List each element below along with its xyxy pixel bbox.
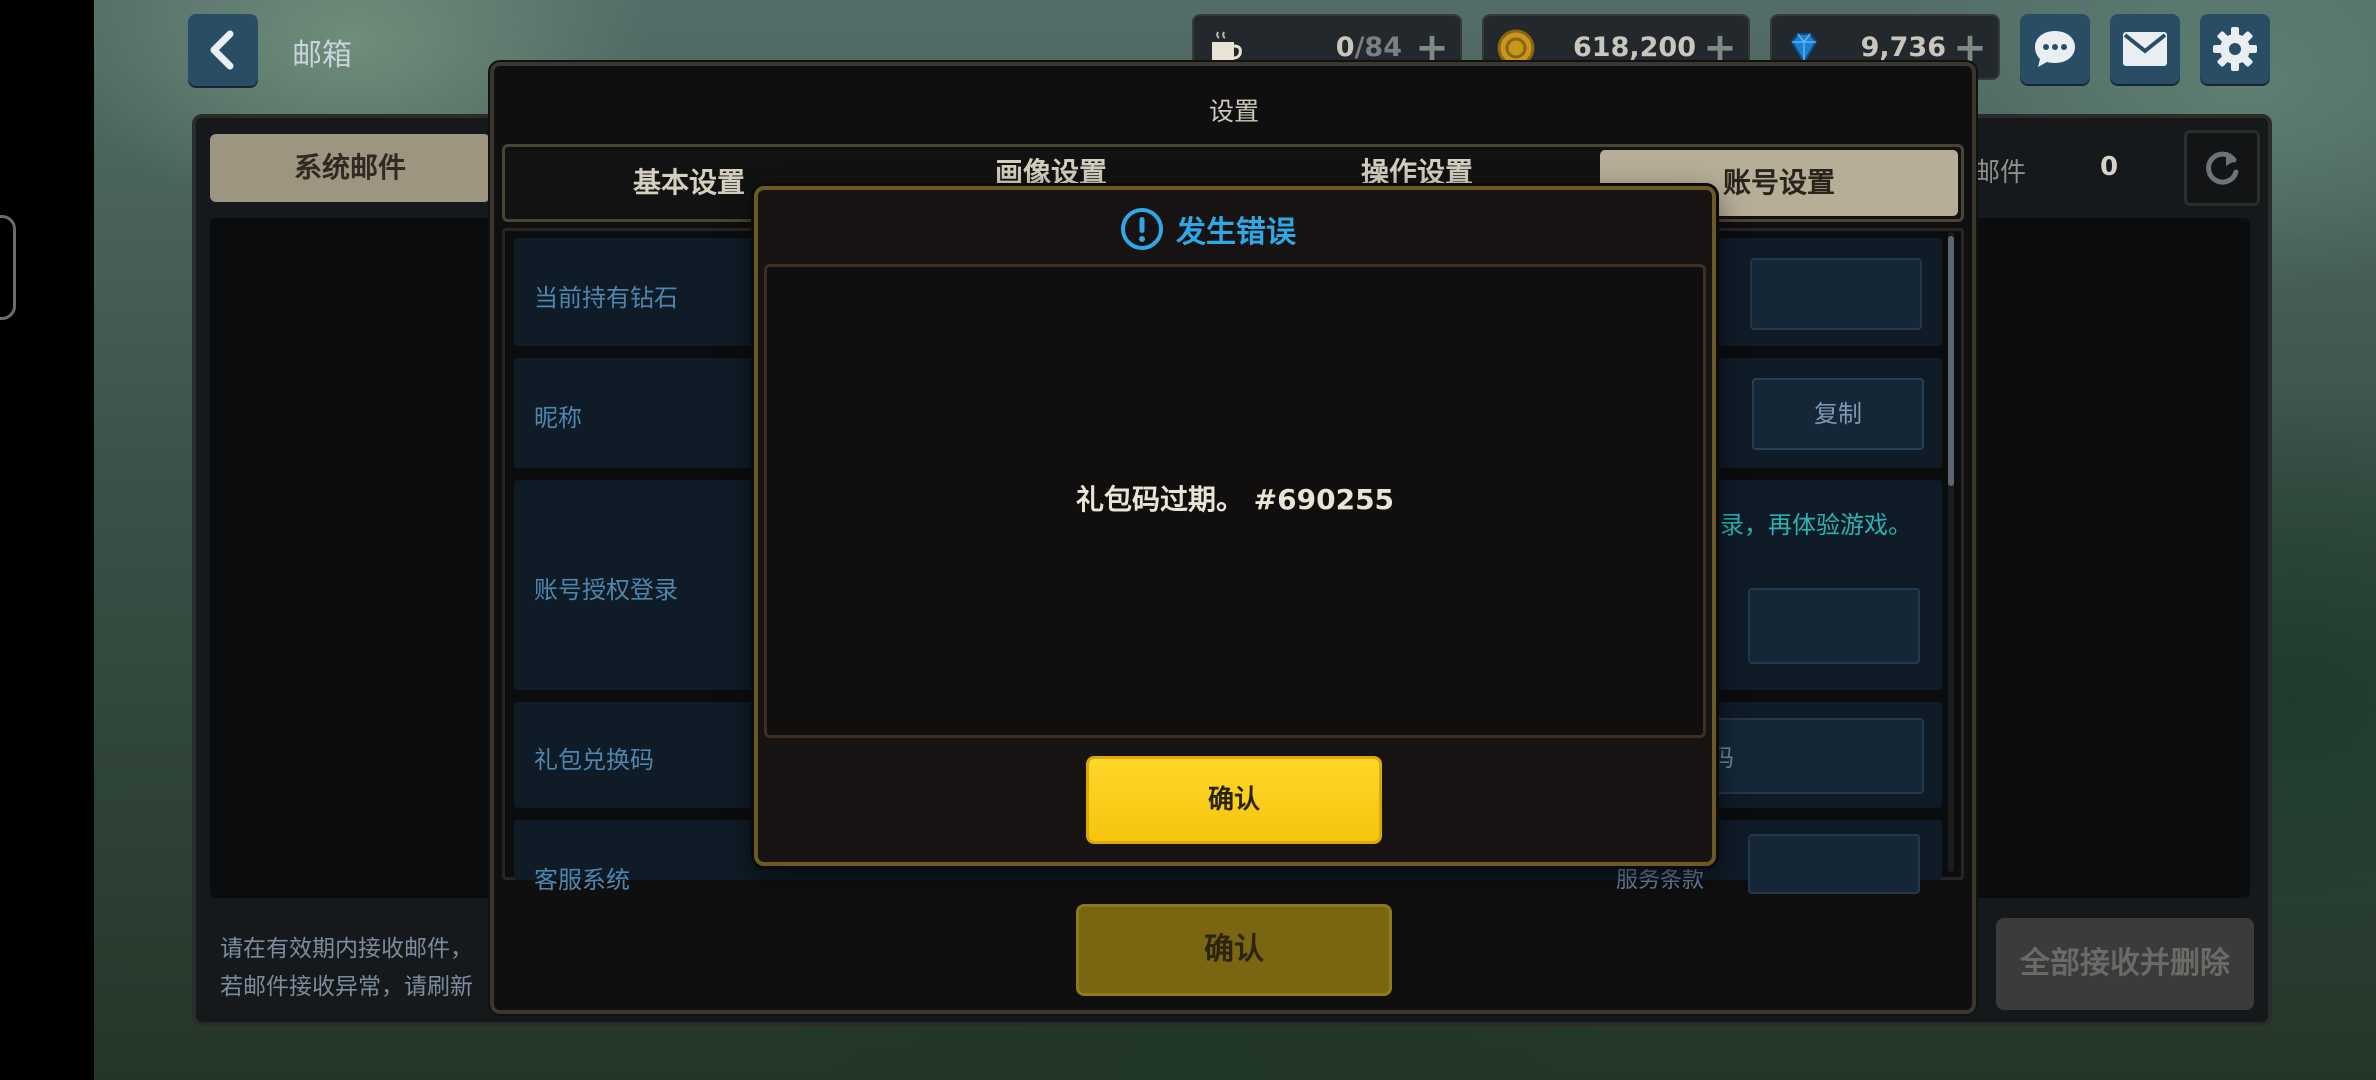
terms-of-service-link[interactable]: 服务条款: [1616, 862, 1704, 894]
error-confirm-button[interactable]: 确认: [1086, 756, 1382, 844]
gear-icon: [2213, 27, 2257, 71]
settings-title: 设置: [1208, 97, 1259, 126]
settings-scrollbar-thumb[interactable]: [1948, 236, 1954, 486]
back-arrow-icon: [210, 30, 234, 70]
setting-label-nickname: 昵称: [534, 404, 582, 432]
error-dialog-header: 发生错误: [1120, 204, 1296, 254]
mail-notice-line1: 请在有效期内接收邮件，: [220, 936, 473, 962]
page-title: 邮箱: [292, 38, 352, 73]
stamina-value: 0: [1335, 32, 1355, 63]
chat-bubble-icon: [2035, 31, 2075, 67]
stamina-max: /84: [1354, 32, 1402, 63]
error-title: 发生错误: [1176, 215, 1296, 250]
tab-system-mail[interactable]: 系统邮件: [210, 134, 490, 202]
copy-button[interactable]: 复制: [1752, 378, 1924, 450]
mail-button[interactable]: [2110, 14, 2180, 84]
mail-notice: 请在有效期内接收邮件， 若邮件接收异常，请刷新: [220, 930, 490, 1006]
gift-code-input[interactable]: [1710, 718, 1924, 794]
setting-label-account-auth: 账号授权登录: [534, 576, 678, 604]
customer-service-button[interactable]: [1748, 834, 1920, 894]
refresh-icon: [2206, 151, 2239, 185]
mail-icon: [2123, 32, 2167, 66]
chat-button[interactable]: [2020, 14, 2090, 84]
gold-value: 618,200: [1573, 32, 1696, 63]
setting-label-diamonds: 当前持有钻石: [534, 284, 678, 312]
back-button[interactable]: [188, 14, 258, 86]
error-message: 礼包码过期。 #690255: [1075, 483, 1395, 516]
side-panel-handle[interactable]: [0, 215, 16, 320]
exclamation-circle-icon: [1121, 208, 1163, 250]
account-auth-button[interactable]: [1748, 588, 1920, 664]
mail-notice-line2: 若邮件接收异常，请刷新: [220, 974, 473, 1000]
receive-all-delete-button[interactable]: 全部接收并删除: [1996, 918, 2254, 1010]
settings-button[interactable]: [2200, 14, 2270, 84]
settings-confirm-button[interactable]: 确认: [1076, 904, 1392, 996]
mail-count-label: 邮件: [1974, 158, 2027, 188]
mail-count-value: 0: [2100, 152, 2119, 182]
diamond-value: 9,736: [1860, 32, 1946, 63]
account-auth-hint: 录，再体验游戏。: [1720, 511, 1912, 539]
diamonds-value-box: [1750, 258, 1922, 330]
setting-label-customer-service: 客服系统: [534, 866, 630, 894]
setting-label-gift-code: 礼包兑换码: [534, 746, 654, 774]
refresh-button[interactable]: [2184, 130, 2260, 206]
